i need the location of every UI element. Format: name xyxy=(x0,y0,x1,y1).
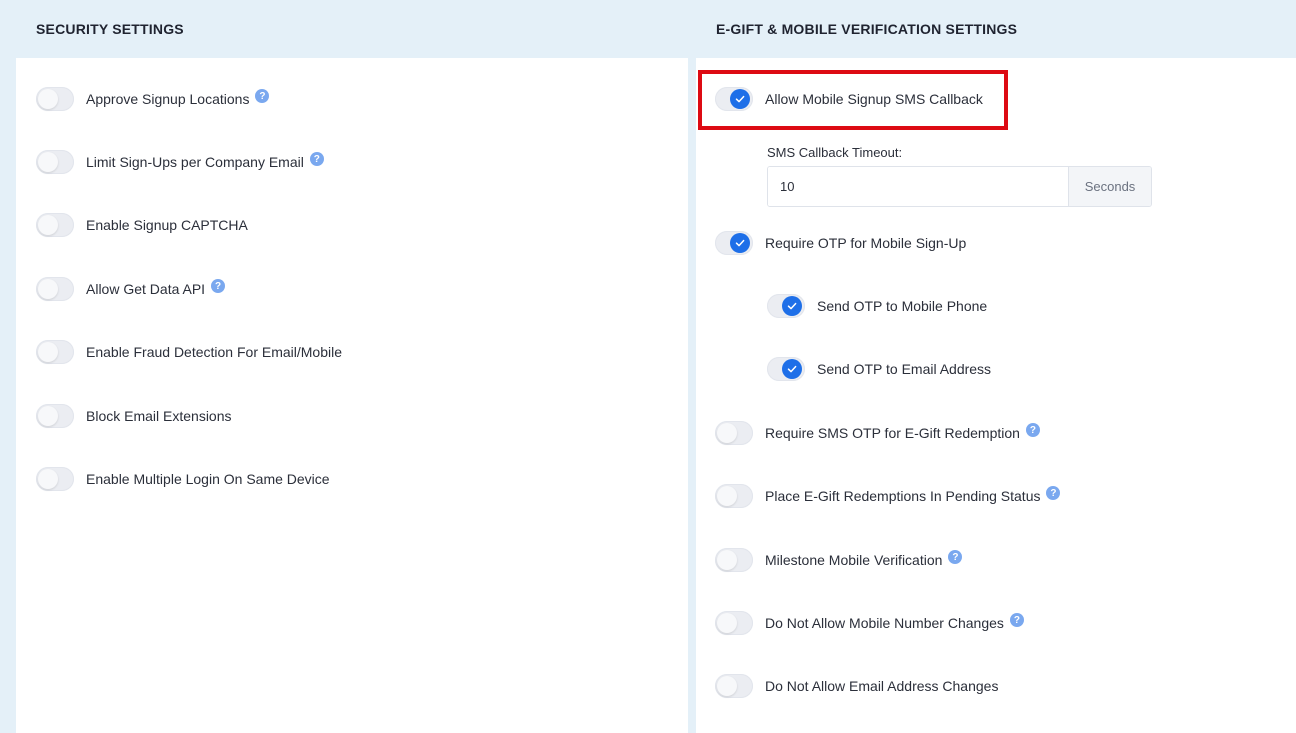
setting-label: Do Not Allow Email Address Changes xyxy=(765,678,999,694)
no-mobile-changes-toggle[interactable] xyxy=(715,611,753,635)
help-icon[interactable]: ? xyxy=(255,89,270,103)
setting-label: Allow Mobile Signup SMS Callback xyxy=(765,91,983,107)
setting-no-mobile-number-changes: Do Not Allow Mobile Number Changes ? xyxy=(715,609,1024,637)
block-email-extensions-toggle[interactable] xyxy=(36,404,74,428)
help-icon[interactable]: ? xyxy=(1009,613,1024,627)
milestone-verification-toggle[interactable] xyxy=(715,548,753,572)
sms-callback-toggle[interactable] xyxy=(715,87,753,111)
setting-label: Do Not Allow Mobile Number Changes xyxy=(765,615,1004,631)
setting-allow-get-data-api: Allow Get Data API ? xyxy=(36,275,226,303)
setting-limit-signups-company-email: Limit Sign-Ups per Company Email ? xyxy=(36,148,324,176)
help-icon[interactable]: ? xyxy=(1025,423,1040,437)
otp-email-address-toggle[interactable] xyxy=(767,357,805,381)
egift-settings-header: E-GIFT & MOBILE VERIFICATION SETTINGS xyxy=(696,0,1296,58)
timeout-unit-suffix: Seconds xyxy=(1068,167,1151,206)
setting-label: Require SMS OTP for E-Gift Redemption xyxy=(765,425,1020,441)
limit-signups-toggle[interactable] xyxy=(36,150,74,174)
setting-label: Enable Fraud Detection For Email/Mobile xyxy=(86,344,343,360)
setting-label: Send OTP to Email Address xyxy=(817,361,992,377)
setting-otp-mobile-phone: Send OTP to Mobile Phone xyxy=(767,292,987,320)
setting-label: Allow Get Data API xyxy=(86,281,206,297)
setting-label: Block Email Extensions xyxy=(86,408,232,424)
help-icon[interactable]: ? xyxy=(211,279,226,293)
check-icon xyxy=(787,302,797,310)
setting-block-email-extensions: Block Email Extensions xyxy=(36,402,232,430)
sms-otp-egift-toggle[interactable] xyxy=(715,421,753,445)
check-icon xyxy=(735,95,745,103)
egift-settings-title: E-GIFT & MOBILE VERIFICATION SETTINGS xyxy=(716,21,1018,37)
require-otp-toggle[interactable] xyxy=(715,231,753,255)
sms-callback-timeout-group: Seconds xyxy=(767,166,1152,207)
help-icon[interactable]: ? xyxy=(309,152,324,166)
setting-label: Limit Sign-Ups per Company Email xyxy=(86,154,304,170)
get-data-api-toggle[interactable] xyxy=(36,277,74,301)
setting-sms-callback: Allow Mobile Signup SMS Callback xyxy=(715,85,983,113)
sms-callback-timeout-input[interactable] xyxy=(768,167,1068,206)
setting-fraud-detection: Enable Fraud Detection For Email/Mobile xyxy=(36,338,342,366)
signup-captcha-toggle[interactable] xyxy=(36,213,74,237)
setting-label: Require OTP for Mobile Sign-Up xyxy=(765,235,967,251)
setting-approve-signup-locations: Approve Signup Locations ? xyxy=(36,85,270,113)
fraud-detection-toggle[interactable] xyxy=(36,340,74,364)
setting-enable-signup-captcha: Enable Signup CAPTCHA xyxy=(36,211,248,239)
setting-milestone-mobile-verification: Milestone Mobile Verification ? xyxy=(715,546,963,574)
setting-sms-otp-egift-redemption: Require SMS OTP for E-Gift Redemption ? xyxy=(715,419,1040,447)
security-settings-header: SECURITY SETTINGS xyxy=(0,0,688,58)
setting-label: Enable Signup CAPTCHA xyxy=(86,217,248,233)
setting-multiple-login: Enable Multiple Login On Same Device xyxy=(36,465,330,493)
setting-label: Approve Signup Locations xyxy=(86,91,250,107)
multiple-login-toggle[interactable] xyxy=(36,467,74,491)
sms-callback-timeout-label: SMS Callback Timeout: xyxy=(767,145,903,160)
check-icon xyxy=(735,239,745,247)
setting-egift-pending-status: Place E-Gift Redemptions In Pending Stat… xyxy=(715,482,1061,510)
setting-label: Milestone Mobile Verification xyxy=(765,552,943,568)
setting-no-email-address-changes: Do Not Allow Email Address Changes xyxy=(715,672,998,700)
approve-signup-locations-toggle[interactable] xyxy=(36,87,74,111)
setting-otp-email-address: Send OTP to Email Address xyxy=(767,355,991,383)
no-email-changes-toggle[interactable] xyxy=(715,674,753,698)
setting-label: Enable Multiple Login On Same Device xyxy=(86,471,330,487)
otp-mobile-phone-toggle[interactable] xyxy=(767,294,805,318)
setting-label: Send OTP to Mobile Phone xyxy=(817,298,988,314)
egift-pending-toggle[interactable] xyxy=(715,484,753,508)
security-settings-title: SECURITY SETTINGS xyxy=(36,21,184,37)
setting-require-otp: Require OTP for Mobile Sign-Up xyxy=(715,229,966,257)
check-icon xyxy=(787,365,797,373)
setting-label: Place E-Gift Redemptions In Pending Stat… xyxy=(765,488,1041,504)
help-icon[interactable]: ? xyxy=(948,550,963,564)
help-icon[interactable]: ? xyxy=(1046,486,1061,500)
